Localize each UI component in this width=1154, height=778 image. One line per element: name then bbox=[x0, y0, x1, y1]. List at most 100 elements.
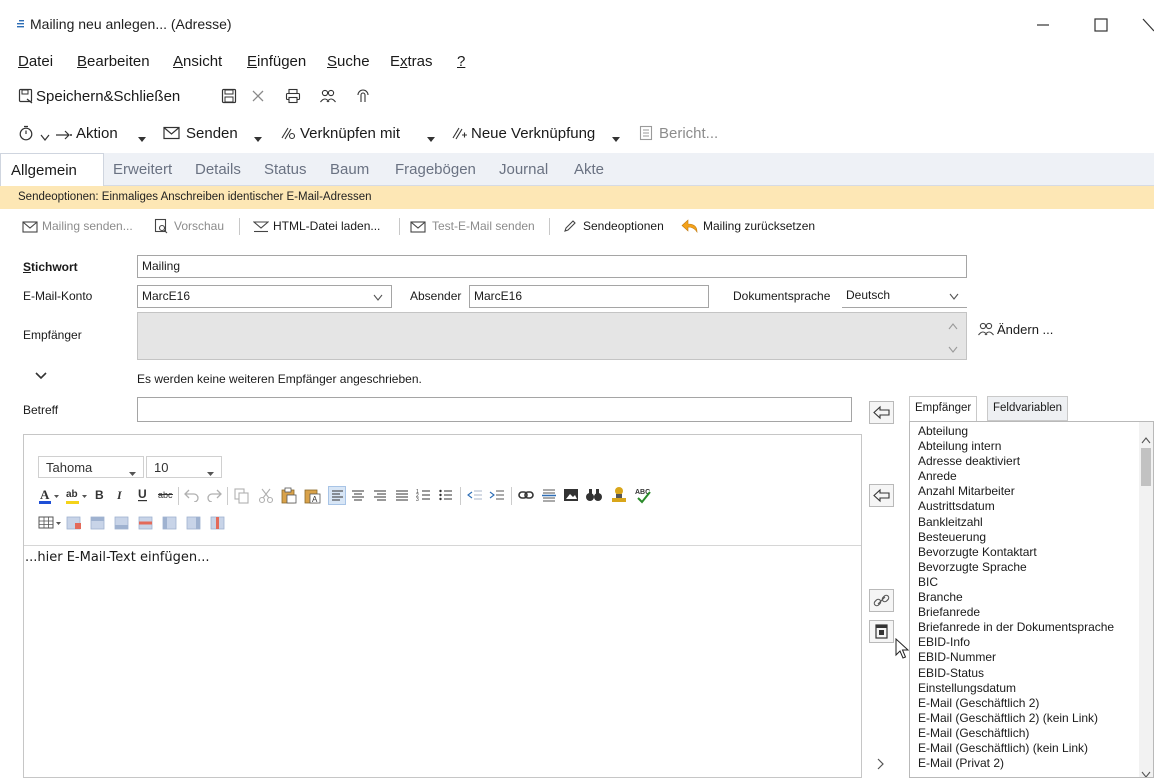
save-icon[interactable] bbox=[221, 88, 237, 109]
verknuepfen-button[interactable]: Verknüpfen mit bbox=[300, 125, 400, 142]
contacts-icon[interactable] bbox=[319, 88, 337, 109]
verknuepfen-dropdown-icon[interactable] bbox=[427, 130, 435, 148]
stichwort-input[interactable]: Mailing bbox=[137, 255, 967, 278]
dokumentsprache-select[interactable]: Deutsch bbox=[842, 285, 967, 308]
font-family-select[interactable]: Tahoma bbox=[38, 456, 144, 478]
stamp-icon[interactable] bbox=[610, 486, 628, 509]
indent-icon[interactable] bbox=[489, 487, 505, 509]
calendar-button[interactable] bbox=[869, 620, 894, 643]
list-item[interactable]: Anzahl Mitarbeiter bbox=[918, 484, 1143, 499]
highlight-color-icon[interactable]: ab bbox=[65, 487, 89, 510]
undo-arrow-icon[interactable] bbox=[681, 219, 699, 238]
tab-allgemein[interactable]: Allgemein bbox=[0, 153, 104, 186]
italic-icon[interactable]: I bbox=[114, 487, 128, 508]
neue-verknuepfung-button[interactable]: Neue Verknüpfung bbox=[471, 125, 595, 142]
align-center-icon[interactable] bbox=[350, 487, 366, 509]
html-datei-laden-button[interactable]: HTML-Datei laden... bbox=[273, 219, 380, 233]
list-item[interactable]: E-Mail (Geschäftlich 2) (kein Link) bbox=[918, 711, 1143, 726]
betreff-input[interactable] bbox=[137, 397, 852, 422]
tab-feldvariablen[interactable]: Feldvariablen bbox=[987, 396, 1069, 421]
list-item[interactable]: Branche bbox=[918, 590, 1143, 605]
sendeoptionen-button[interactable]: Sendeoptionen bbox=[583, 219, 664, 233]
insert-column-right-icon[interactable] bbox=[186, 515, 202, 536]
timer-icon[interactable] bbox=[18, 125, 34, 146]
change-recipients-icon[interactable] bbox=[977, 321, 995, 342]
test-email-senden-button[interactable]: Test-E-Mail senden bbox=[432, 219, 535, 233]
touch-icon[interactable] bbox=[355, 88, 371, 109]
preview-icon[interactable] bbox=[154, 218, 168, 239]
tab-baum[interactable]: Baum bbox=[330, 161, 369, 178]
new-link-icon[interactable] bbox=[450, 125, 468, 146]
list-item[interactable]: Anrede bbox=[918, 469, 1143, 484]
chevron-down-icon[interactable] bbox=[40, 129, 50, 147]
menu-extras[interactable]: Extras bbox=[390, 53, 433, 70]
insert-row-above-icon[interactable] bbox=[90, 515, 106, 536]
menu-ansicht[interactable]: Ansicht bbox=[173, 53, 222, 70]
underline-icon[interactable]: U bbox=[136, 487, 150, 508]
list-item[interactable]: Adresse deaktiviert bbox=[918, 454, 1143, 469]
insert-column-left-icon[interactable] bbox=[162, 515, 178, 536]
list-item[interactable]: Briefanrede in der Dokumentsprache bbox=[918, 620, 1143, 635]
menu-suche[interactable]: Suche bbox=[327, 53, 370, 70]
image-icon[interactable] bbox=[563, 487, 579, 508]
menu-bearbeiten[interactable]: Bearbeiten bbox=[77, 53, 150, 70]
close-button[interactable] bbox=[1138, 12, 1154, 38]
menu-datei[interactable]: Datei bbox=[18, 53, 53, 70]
pen-icon[interactable] bbox=[563, 219, 577, 238]
font-color-icon[interactable]: A bbox=[38, 487, 60, 510]
bold-icon[interactable]: B bbox=[93, 487, 107, 508]
strikethrough-icon[interactable]: abc bbox=[157, 487, 175, 508]
list-item[interactable]: Abteilung intern bbox=[918, 439, 1143, 454]
spellcheck-icon[interactable]: ABC bbox=[634, 486, 652, 509]
tab-akte[interactable]: Akte bbox=[574, 161, 604, 178]
cut-icon[interactable] bbox=[258, 488, 274, 509]
list-item[interactable]: Besteuerung bbox=[918, 530, 1143, 545]
menu-help[interactable]: ? bbox=[457, 53, 465, 70]
test-mail-icon[interactable] bbox=[410, 220, 426, 238]
outdent-icon[interactable] bbox=[467, 487, 483, 509]
list-item[interactable]: E-Mail (Privat 2) bbox=[918, 756, 1143, 771]
tab-frageboegen[interactable]: Fragebögen bbox=[395, 161, 476, 178]
align-left-icon[interactable] bbox=[328, 486, 346, 505]
tab-details[interactable]: Details bbox=[195, 161, 241, 178]
justify-icon[interactable] bbox=[394, 487, 410, 509]
neue-verknuepfung-dropdown-icon[interactable] bbox=[612, 130, 620, 148]
scroll-up-icon[interactable] bbox=[948, 319, 958, 333]
bericht-button[interactable]: Bericht... bbox=[659, 125, 718, 142]
paste-text-icon[interactable]: A bbox=[304, 487, 322, 509]
scrollbar-thumb[interactable] bbox=[1141, 448, 1151, 486]
list-item[interactable]: E-Mail (Geschäftlich) (kein Link) bbox=[918, 741, 1143, 756]
vorschau-button[interactable]: Vorschau bbox=[174, 219, 224, 233]
list-item[interactable]: Einstellungsdatum bbox=[918, 681, 1143, 696]
copy-icon[interactable] bbox=[234, 488, 250, 509]
list-item[interactable]: EBID-Nummer bbox=[918, 650, 1143, 665]
list-item[interactable]: Bevorzugte Kontaktart bbox=[918, 545, 1143, 560]
mailing-senden-button[interactable]: Mailing senden... bbox=[42, 219, 133, 233]
expand-chevron-icon[interactable] bbox=[34, 368, 48, 386]
paste-icon[interactable] bbox=[281, 487, 297, 509]
delete-column-icon[interactable] bbox=[210, 515, 226, 536]
horizontal-rule-icon[interactable] bbox=[541, 487, 557, 509]
mailing-zuruecksetzen-button[interactable]: Mailing zurücksetzen bbox=[703, 219, 815, 233]
hyperlink-icon[interactable] bbox=[518, 488, 534, 507]
scroll-up-icon[interactable] bbox=[1141, 431, 1151, 449]
html-file-icon[interactable] bbox=[252, 220, 270, 238]
tab-empfaenger[interactable]: Empfänger bbox=[909, 396, 978, 422]
list-scrollbar[interactable] bbox=[1139, 422, 1153, 777]
email-body-text[interactable]: ...hier E-Mail-Text einfügen... bbox=[25, 550, 210, 565]
mail-icon[interactable] bbox=[163, 126, 181, 145]
list-item[interactable]: Briefanrede bbox=[918, 605, 1143, 620]
chevron-right-icon[interactable] bbox=[876, 757, 886, 775]
tab-status[interactable]: Status bbox=[264, 161, 307, 178]
undo-icon[interactable] bbox=[184, 488, 200, 507]
empfaenger-field[interactable] bbox=[137, 312, 967, 360]
link-button[interactable] bbox=[869, 589, 894, 612]
senden-button[interactable]: Senden bbox=[186, 125, 238, 142]
find-icon[interactable] bbox=[585, 487, 603, 508]
table-icon[interactable] bbox=[38, 515, 62, 536]
scroll-down-icon[interactable] bbox=[1141, 765, 1151, 777]
redo-icon[interactable] bbox=[206, 488, 222, 507]
save-close-button[interactable]: Speichern&Schließen bbox=[36, 88, 180, 105]
list-item[interactable]: Abteilung bbox=[918, 424, 1143, 439]
list-item[interactable]: Bevorzugte Sprache bbox=[918, 560, 1143, 575]
